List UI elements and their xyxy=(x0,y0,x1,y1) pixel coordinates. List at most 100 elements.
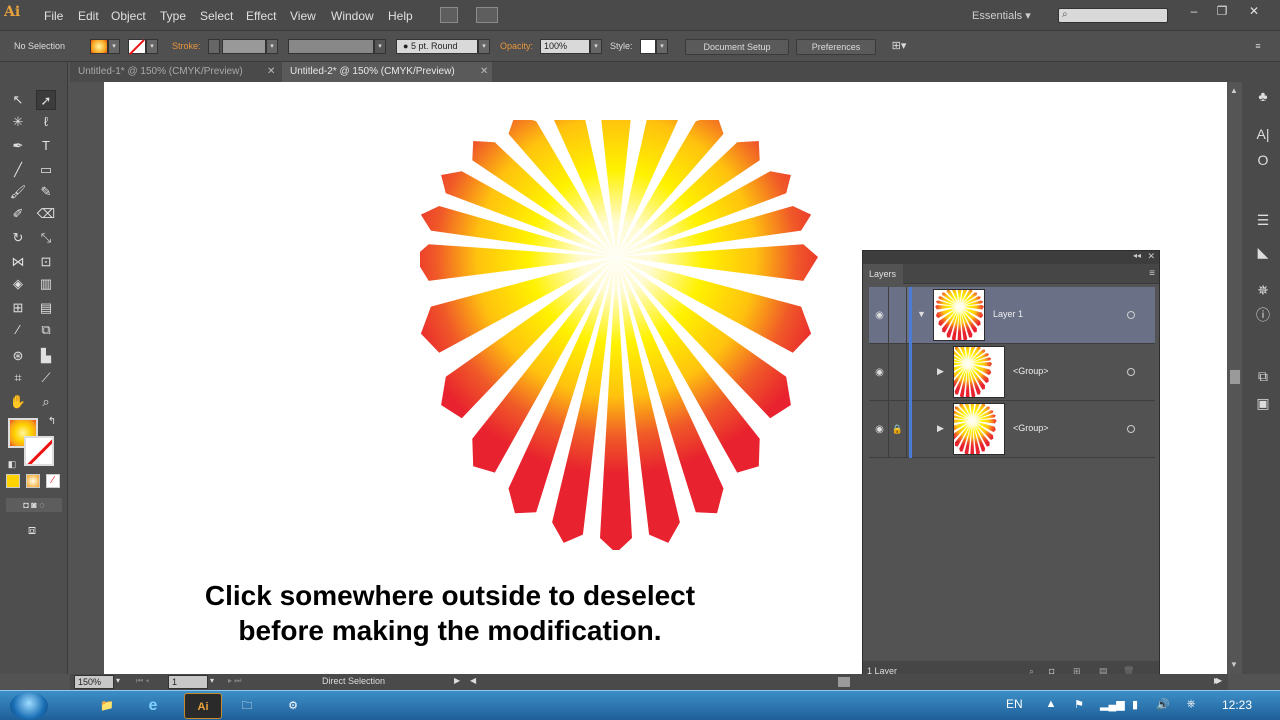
language-indicator[interactable]: EN xyxy=(1006,697,1023,711)
menu-object[interactable]: Object xyxy=(111,9,146,23)
drawing-modes-icon[interactable]: ◘ ◙ ◌ xyxy=(6,498,62,512)
menu-effect[interactable]: Effect xyxy=(246,9,276,23)
sunburst-rays[interactable] xyxy=(420,120,818,550)
first-artboard-icon[interactable]: ⏮ ◂ xyxy=(136,676,149,686)
stroke-weight-field[interactable] xyxy=(222,39,266,54)
menu-type[interactable]: Type xyxy=(160,9,186,23)
navigator-icon[interactable]: ✵ xyxy=(1252,280,1274,300)
hand-tool-icon[interactable]: ✋ xyxy=(8,392,28,412)
pen-tool-icon[interactable]: ✒ xyxy=(8,136,28,156)
glyphs-icon[interactable]: O xyxy=(1252,150,1274,170)
eraser-tool-icon[interactable]: ⌫ xyxy=(36,204,56,224)
close-icon[interactable]: ✕ xyxy=(267,62,275,82)
document-setup-button[interactable]: Document Setup xyxy=(685,39,789,55)
artboards-panel-icon[interactable]: ▣ xyxy=(1252,393,1274,413)
selection-tool-icon[interactable]: ↖ xyxy=(8,90,28,110)
utility-taskbar-icon[interactable]: ⚙ xyxy=(274,693,312,719)
layer-row-group-1[interactable]: ◉ ▶ <Group> xyxy=(869,344,1155,401)
menu-select[interactable]: Select xyxy=(200,9,233,23)
layer-row-layer-1[interactable]: ◉ ▼ Layer 1 xyxy=(869,287,1155,344)
collapse-icon[interactable]: ◂◂ xyxy=(1133,251,1141,260)
gradient-mode-icon[interactable] xyxy=(26,474,40,488)
free-transform-tool-icon[interactable]: ⊡ xyxy=(36,252,56,272)
fill-color-swatch[interactable] xyxy=(90,39,108,54)
artboard-number-field[interactable]: 1 xyxy=(168,675,208,689)
default-colors-icon[interactable]: ◧ xyxy=(2,454,22,474)
shape-builder-tool-icon[interactable]: ◈ xyxy=(8,274,28,294)
clock[interactable]: 12:23 xyxy=(1222,698,1252,712)
layers-panel-titlebar[interactable]: ◂◂ ✕ xyxy=(863,251,1159,264)
menu-edit[interactable]: Edit xyxy=(78,9,99,23)
target-icon[interactable] xyxy=(1127,368,1135,376)
symbol-sprayer-tool-icon[interactable]: ⊛ xyxy=(8,346,28,366)
pencil-tool-icon[interactable]: ✎ xyxy=(36,182,56,202)
scroll-left-icon[interactable]: ◀ xyxy=(470,676,476,685)
stroke-weight-stepper[interactable] xyxy=(208,39,220,54)
variable-width-dropdown[interactable]: ▾ xyxy=(374,39,386,54)
symbols-icon[interactable]: ♣ xyxy=(1252,86,1274,106)
stroke-label[interactable]: Stroke: xyxy=(172,41,201,51)
show-hidden-icons[interactable]: ▲ xyxy=(1044,698,1058,712)
brush-dropdown[interactable]: ▾ xyxy=(478,39,490,54)
lasso-tool-icon[interactable]: ℓ xyxy=(36,112,56,132)
opacity-field[interactable]: 100% xyxy=(540,39,590,54)
slice-tool-icon[interactable]: ⟋ xyxy=(36,368,56,388)
fill-dropdown[interactable]: ▾ xyxy=(108,39,120,54)
zoom-tool-icon[interactable]: ⌕ xyxy=(36,392,56,412)
lock-toggle[interactable] xyxy=(889,287,907,344)
action-center-icon[interactable]: ⚑ xyxy=(1072,698,1086,712)
sunburst-ray[interactable] xyxy=(600,120,632,257)
info-icon[interactable]: ⓘ xyxy=(1252,305,1274,325)
scrollbar-thumb[interactable] xyxy=(1230,370,1240,384)
rotate-tool-icon[interactable]: ↻ xyxy=(8,228,28,248)
sunburst-ray[interactable] xyxy=(600,257,632,550)
rectangle-tool-icon[interactable]: ▭ xyxy=(36,160,56,180)
stroke-color-swatch[interactable] xyxy=(128,39,146,55)
scroll-right-icon[interactable]: ▶ xyxy=(1214,676,1220,685)
direct-selection-tool-icon[interactable]: ➚ xyxy=(36,90,56,110)
bridge-icon[interactable] xyxy=(440,7,458,23)
stroke-color-box[interactable] xyxy=(24,436,54,466)
gradient-panel-icon[interactable]: ◣ xyxy=(1252,242,1274,262)
mesh-tool-icon[interactable]: ⊞ xyxy=(8,298,28,318)
disclosure-triangle-icon[interactable]: ▶ xyxy=(937,423,944,434)
disclosure-triangle-icon[interactable]: ▶ xyxy=(937,366,944,377)
minimize-button[interactable]: – xyxy=(1182,4,1206,20)
arrange-documents-icon[interactable] xyxy=(476,7,498,23)
lock-toggle[interactable] xyxy=(889,344,907,401)
eye-icon[interactable]: ◉ xyxy=(871,344,889,401)
sunburst-artwork[interactable] xyxy=(420,120,820,550)
menu-view[interactable]: View xyxy=(290,9,316,23)
lock-icon[interactable]: 🔒 xyxy=(889,401,907,458)
menu-window[interactable]: Window xyxy=(331,9,374,23)
layer-name[interactable]: <Group> xyxy=(1013,423,1049,433)
graphic-style-swatch[interactable] xyxy=(640,39,656,54)
preferences-button[interactable]: Preferences xyxy=(796,39,876,55)
panel-menu-icon[interactable]: ≡ xyxy=(1149,268,1155,279)
layers-panel-icon[interactable]: ⧉ xyxy=(1252,366,1274,386)
opacity-label[interactable]: Opacity: xyxy=(500,41,533,51)
perspective-grid-tool-icon[interactable]: ▥ xyxy=(36,274,56,294)
target-icon[interactable] xyxy=(1127,425,1135,433)
internet-explorer-icon[interactable]: e xyxy=(134,693,172,719)
artboard-dropdown-icon[interactable]: ▾ xyxy=(210,676,214,685)
opacity-dropdown[interactable]: ▾ xyxy=(590,39,602,54)
zoom-dropdown-icon[interactable]: ▾ xyxy=(116,676,120,685)
eye-icon[interactable]: ◉ xyxy=(871,401,889,458)
menu-help[interactable]: Help xyxy=(388,9,413,23)
disclosure-triangle-icon[interactable]: ▼ xyxy=(917,309,926,319)
blend-tool-icon[interactable]: ⧉ xyxy=(36,320,56,340)
style-dropdown[interactable]: ▾ xyxy=(656,39,668,54)
stroke-weight-dropdown[interactable]: ▾ xyxy=(266,39,278,54)
blob-brush-tool-icon[interactable]: ✐ xyxy=(8,204,28,224)
explorer-taskbar-icon[interactable]: 📁 xyxy=(88,693,126,719)
close-icon[interactable]: ✕ xyxy=(1147,251,1155,262)
variable-width-profile[interactable] xyxy=(288,39,374,54)
tab-layers[interactable]: Layers xyxy=(863,264,903,284)
width-tool-icon[interactable]: ⋈ xyxy=(8,252,28,272)
eye-icon[interactable]: ◉ xyxy=(871,287,889,344)
battery-icon[interactable]: ▮ xyxy=(1128,698,1142,712)
artboard-tool-icon[interactable]: ⌗ xyxy=(8,368,28,388)
folder-taskbar-icon[interactable]: 🗀 xyxy=(228,693,266,719)
gradient-tool-icon[interactable]: ▤ xyxy=(36,298,56,318)
